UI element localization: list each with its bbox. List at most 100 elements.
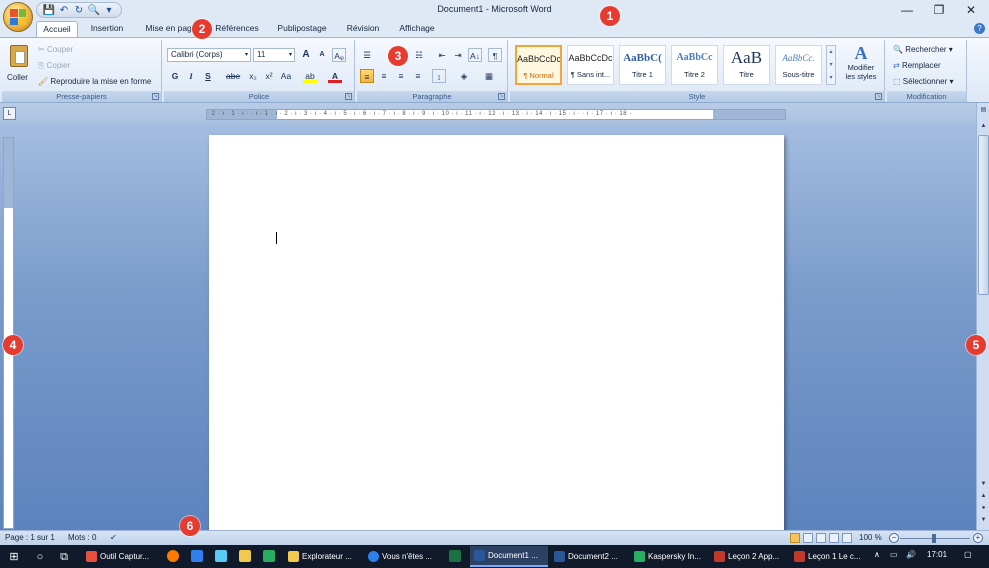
tab-insertion[interactable]: Insertion <box>84 21 130 37</box>
show-marks-button[interactable]: ¶ <box>488 48 502 62</box>
strikethrough-button[interactable]: abe <box>226 69 240 83</box>
justify-button[interactable]: ≡ <box>411 69 425 83</box>
italic-button[interactable]: I <box>184 69 198 83</box>
multilevel-list-button[interactable]: ☵ <box>412 48 426 62</box>
clock[interactable]: 17:01 <box>927 550 947 559</box>
decrease-indent-button[interactable]: ⇤ <box>435 48 449 62</box>
taskbar-item-kaspersky[interactable]: Kaspersky In... <box>630 546 708 567</box>
zoom-out-icon[interactable]: − <box>889 533 899 543</box>
zoom-level[interactable]: 100 % <box>859 533 882 542</box>
search-icon[interactable]: ○ <box>32 549 48 565</box>
page-count[interactable]: Page : 1 sur 1 <box>5 533 55 542</box>
replace-button[interactable]: ⇄ Remplacer <box>893 61 941 70</box>
outline-view-icon[interactable] <box>829 533 839 543</box>
style-sous-titre[interactable]: AaBbCc. Sous-titre <box>775 45 822 85</box>
taskbar-item-document1[interactable]: Document1 ... <box>470 546 548 567</box>
shrink-font-button[interactable]: A <box>315 48 329 62</box>
taskbar-item-edge[interactable]: Vous n'êtes ... <box>364 546 440 567</box>
font-name-combo[interactable]: Calibri (Corps) ▾ <box>167 48 251 62</box>
draft-view-icon[interactable] <box>842 533 852 543</box>
volume-icon[interactable]: 🔊 <box>906 550 916 559</box>
notifications-icon[interactable]: ▢ <box>964 550 972 559</box>
styles-scroll[interactable]: ▴ ▾ ▾ <box>826 45 836 85</box>
document-page[interactable] <box>209 135 784 535</box>
align-left-button[interactable]: ≡ <box>360 69 374 83</box>
taskbar-item-lecon2[interactable]: Leçon 2 App... <box>710 546 788 567</box>
clear-formatting-button[interactable]: Aᵩ <box>332 48 346 62</box>
scroll-up-icon[interactable]: ▲ <box>978 121 989 132</box>
tab-selector-icon[interactable]: L <box>3 107 16 120</box>
font-size-combo[interactable]: 11 ▾ <box>253 48 295 62</box>
tab-publipostage[interactable]: Publipostage <box>272 21 332 37</box>
copy-button[interactable]: ⎘ Copier <box>38 61 70 71</box>
browse-object-icon[interactable]: ● <box>978 503 989 514</box>
styles-launcher-icon[interactable]: ↘ <box>875 93 882 100</box>
taskbar-item-lecon1[interactable]: Leçon 1 Le c... <box>790 546 868 567</box>
full-screen-view-icon[interactable] <box>803 533 813 543</box>
align-right-button[interactable]: ≡ <box>394 69 408 83</box>
zoom-slider-thumb[interactable] <box>932 534 936 543</box>
borders-button[interactable]: ▦ <box>482 69 496 83</box>
office-button[interactable] <box>3 2 33 32</box>
zoom-in-icon[interactable]: + <box>973 533 983 543</box>
paste-button[interactable]: Coller <box>6 43 32 87</box>
select-button[interactable]: ⬚ Sélectionner ▾ <box>893 77 954 86</box>
style-titre-2[interactable]: AaBbCc Titre 2 <box>671 45 718 85</box>
style-normal[interactable]: AaBbCcDc ¶ Normal <box>515 45 562 85</box>
vertical-scrollbar[interactable]: ▤ ▲ ▼ ▲ ● ▼ <box>976 103 989 530</box>
next-page-icon[interactable]: ▼ <box>978 515 989 526</box>
mail-icon[interactable] <box>188 547 206 565</box>
taskbar-item-explorateur[interactable]: Explorateur ... <box>284 546 360 567</box>
increase-indent-button[interactable]: ⇥ <box>451 48 465 62</box>
firefox-icon[interactable] <box>164 547 182 565</box>
sort-button[interactable]: A↓ <box>468 48 482 62</box>
style-sans-interligne[interactable]: AaBbCcDc ¶ Sans int... <box>567 45 614 85</box>
clipboard-launcher-icon[interactable]: ↘ <box>152 93 159 100</box>
grow-font-button[interactable]: A <box>299 48 313 62</box>
tab-references[interactable]: Références <box>212 21 262 37</box>
scroll-down-icon[interactable]: ▼ <box>978 479 989 490</box>
battery-icon[interactable]: ▭ <box>890 550 898 559</box>
app-green-icon[interactable] <box>260 547 278 565</box>
task-view-icon[interactable]: ⧉ <box>56 549 72 565</box>
style-titre[interactable]: AaB Titre <box>723 45 770 85</box>
minimize-button[interactable]: — <box>891 0 923 20</box>
cut-button[interactable]: ✂ Couper <box>38 45 73 54</box>
change-case-button[interactable]: Aa <box>279 69 293 83</box>
align-center-button[interactable]: ≡ <box>377 69 391 83</box>
onenote-icon[interactable] <box>236 547 254 565</box>
proofing-icon[interactable]: ✔ <box>110 533 117 542</box>
previous-page-icon[interactable]: ▲ <box>978 491 989 502</box>
start-icon[interactable]: ⊞ <box>6 549 22 565</box>
bullets-button[interactable]: ☰ <box>360 48 374 62</box>
close-button[interactable]: ✕ <box>955 0 987 20</box>
line-spacing-button[interactable]: ↕ <box>432 69 446 83</box>
taskbar-item-outil-capture[interactable]: Outil Captur... <box>82 546 160 567</box>
underline-button[interactable]: S <box>201 69 215 83</box>
font-color-button[interactable]: A <box>328 69 342 83</box>
excel-icon[interactable] <box>446 547 464 565</box>
tray-chevron-icon[interactable]: ∧ <box>874 550 880 559</box>
bold-button[interactable]: G <box>168 69 182 83</box>
tab-accueil[interactable]: Accueil <box>36 21 78 37</box>
subscript-button[interactable]: x₂ <box>246 69 260 83</box>
tab-revision[interactable]: Révision <box>342 21 384 37</box>
paragraph-launcher-icon[interactable]: ↘ <box>498 93 505 100</box>
superscript-button[interactable]: x² <box>262 69 276 83</box>
word-count[interactable]: Mots : 0 <box>68 533 96 542</box>
highlight-button[interactable]: ab <box>303 69 317 83</box>
print-layout-view-icon[interactable] <box>790 533 800 543</box>
tab-affichage[interactable]: Affichage <box>394 21 440 37</box>
shading-button[interactable]: ◈ <box>457 69 471 83</box>
horizontal-ruler[interactable]: · 2 · ı · 1 · ı · · ı · 1 · ı · 2 · ı · … <box>206 109 786 120</box>
store-icon[interactable] <box>212 547 230 565</box>
style-titre-1[interactable]: AaBbC( Titre 1 <box>619 45 666 85</box>
format-painter-button[interactable]: 🖌 Reproduire la mise en forme <box>38 77 151 86</box>
vertical-ruler[interactable] <box>3 137 14 529</box>
font-launcher-icon[interactable]: ↘ <box>345 93 352 100</box>
help-icon[interactable]: ? <box>974 23 985 34</box>
taskbar-item-document2[interactable]: Document2 ... <box>550 546 628 567</box>
scroll-thumb[interactable] <box>978 135 989 295</box>
ruler-toggle-icon[interactable]: ▤ <box>978 105 989 116</box>
restore-button[interactable]: ❐ <box>923 0 955 20</box>
